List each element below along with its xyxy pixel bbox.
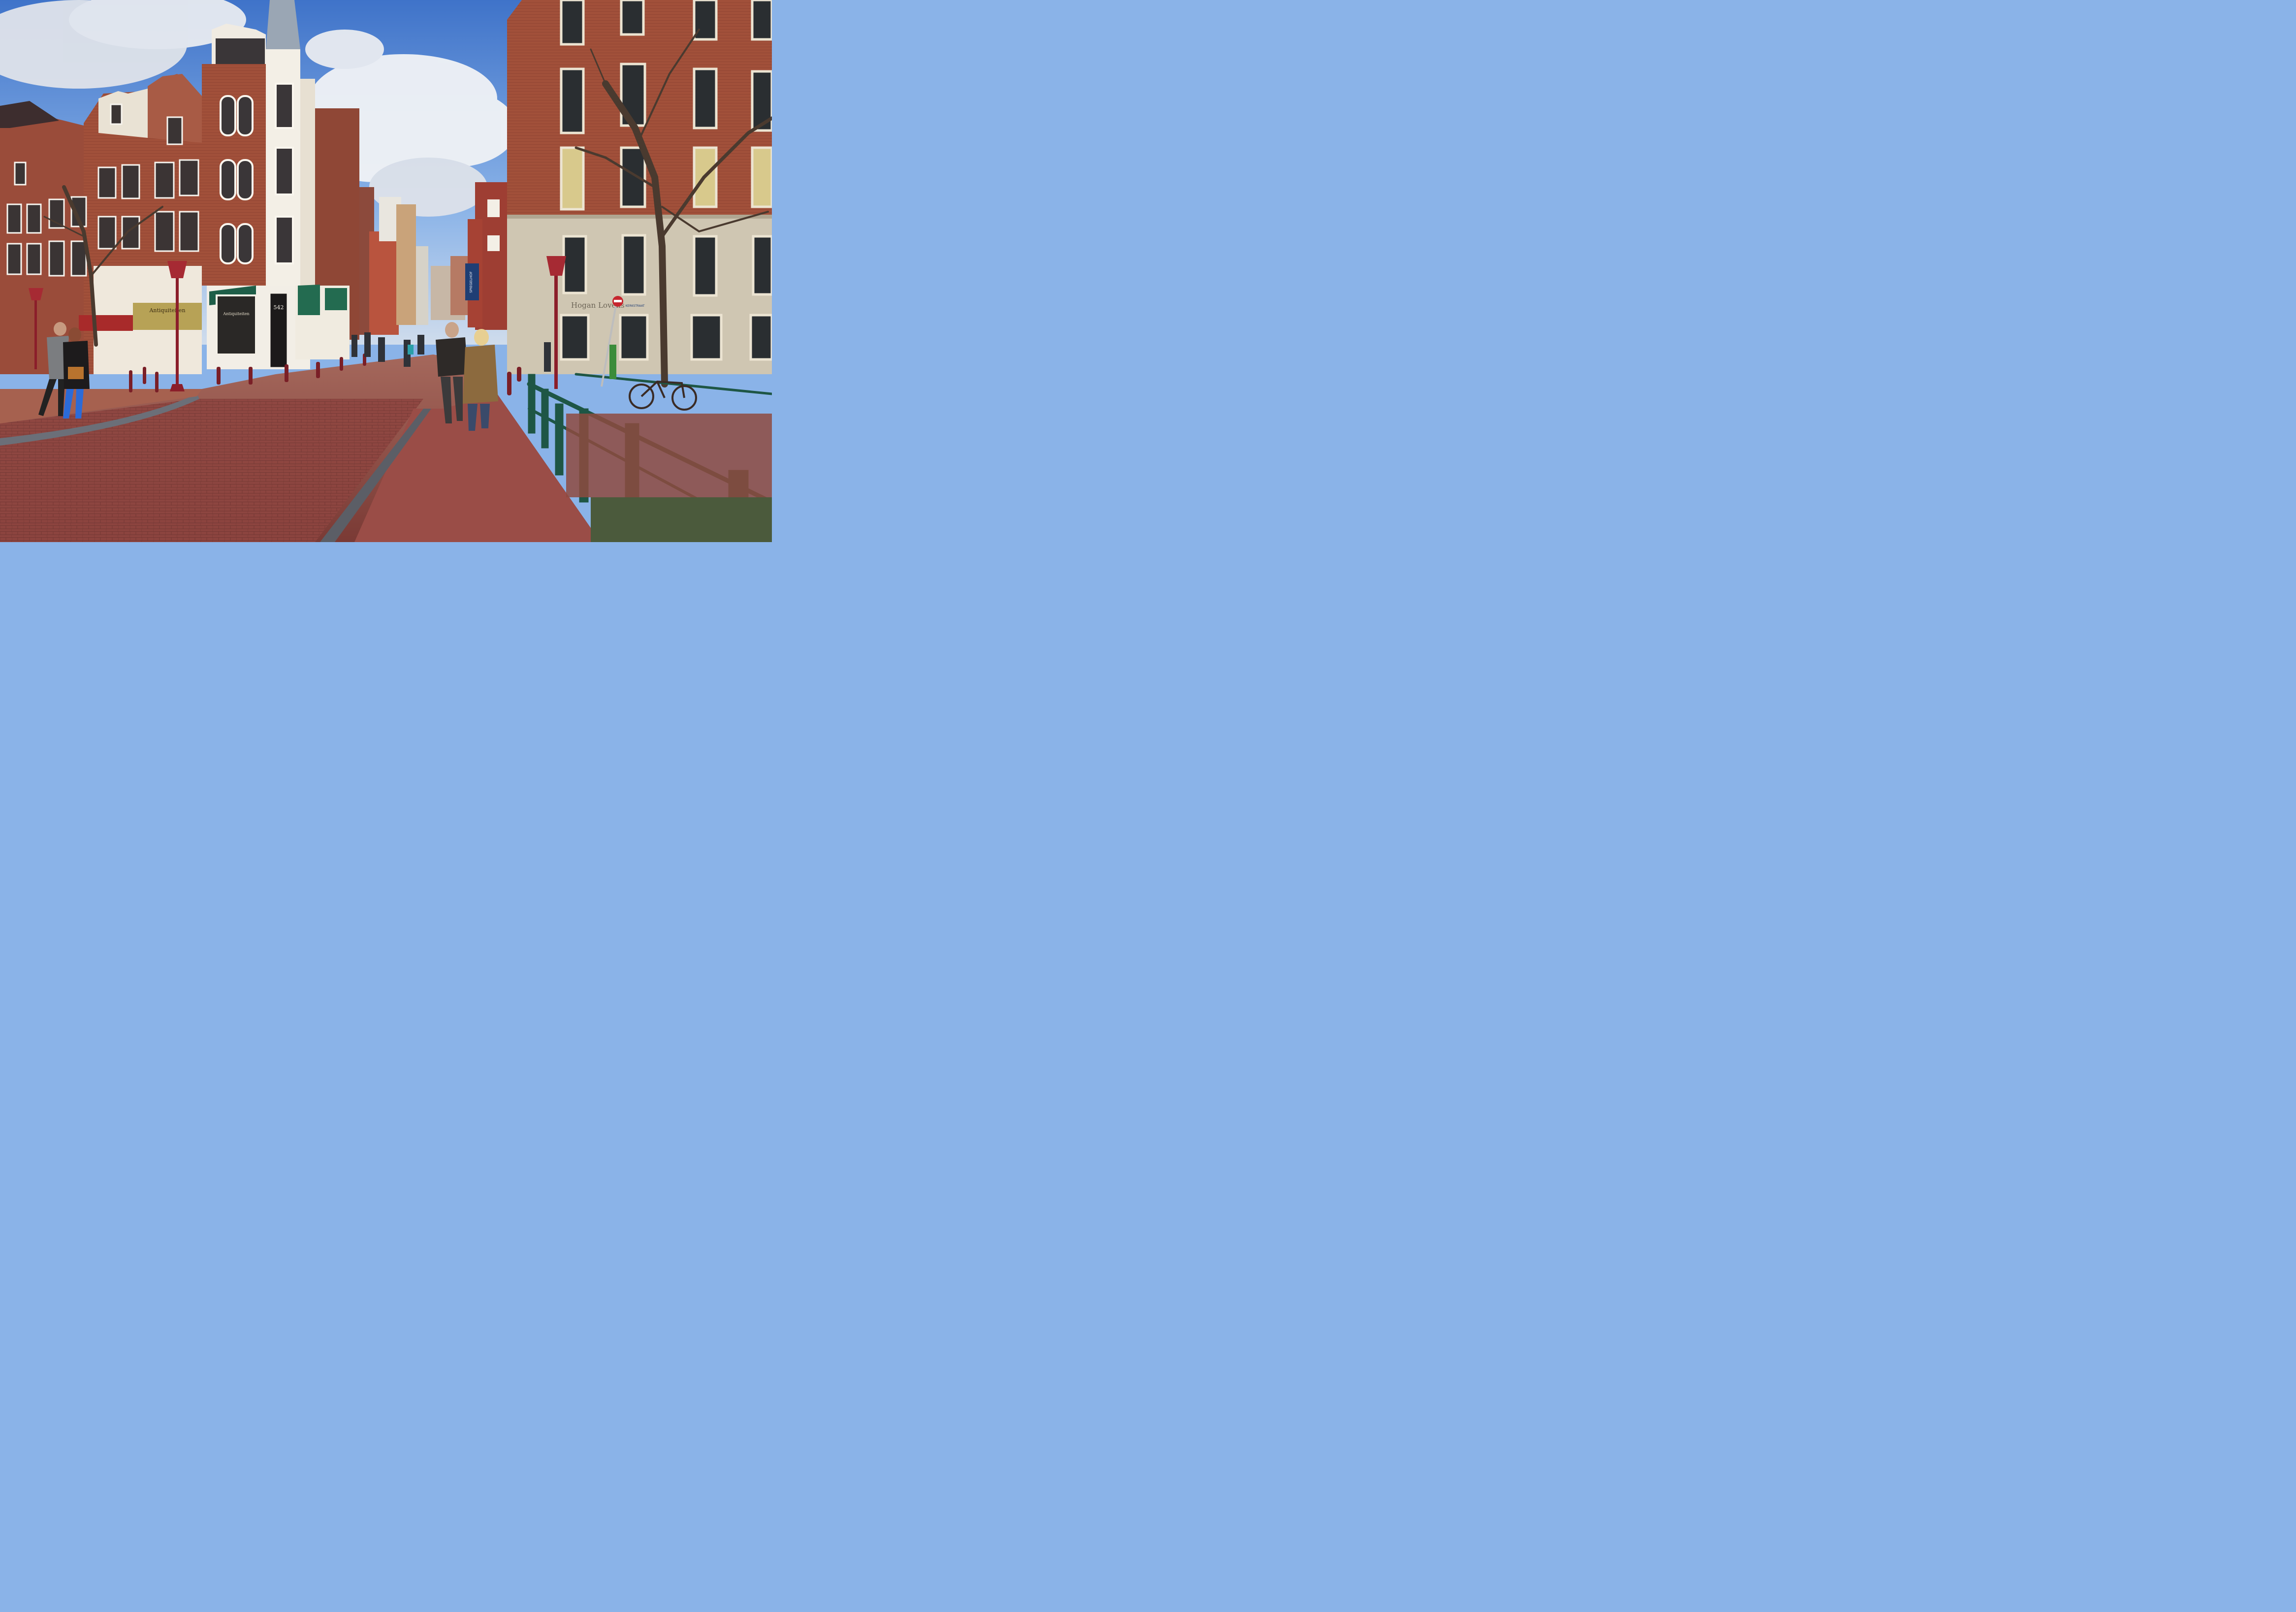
street-name-plate: KERKSTRAAT [626, 304, 645, 308]
right-office-building: Hogan Lovells KERKSTRAAT [507, 0, 772, 374]
house-number: 542 [274, 304, 284, 311]
street-scene: 542 Antiquiteiten Antiquiteiten SPIEGELH… [0, 0, 772, 542]
street-banner: SPIEGELHOF [469, 271, 473, 293]
canal-water [591, 497, 772, 542]
shop-sign-text: Antiquiteiten [223, 312, 249, 316]
scene-canvas: 542 Antiquiteiten Antiquiteiten SPIEGELH… [0, 0, 772, 542]
shop-window [216, 294, 257, 355]
canal-wall [566, 414, 772, 497]
awning-sign-text: Antiquiteiten [149, 307, 185, 314]
